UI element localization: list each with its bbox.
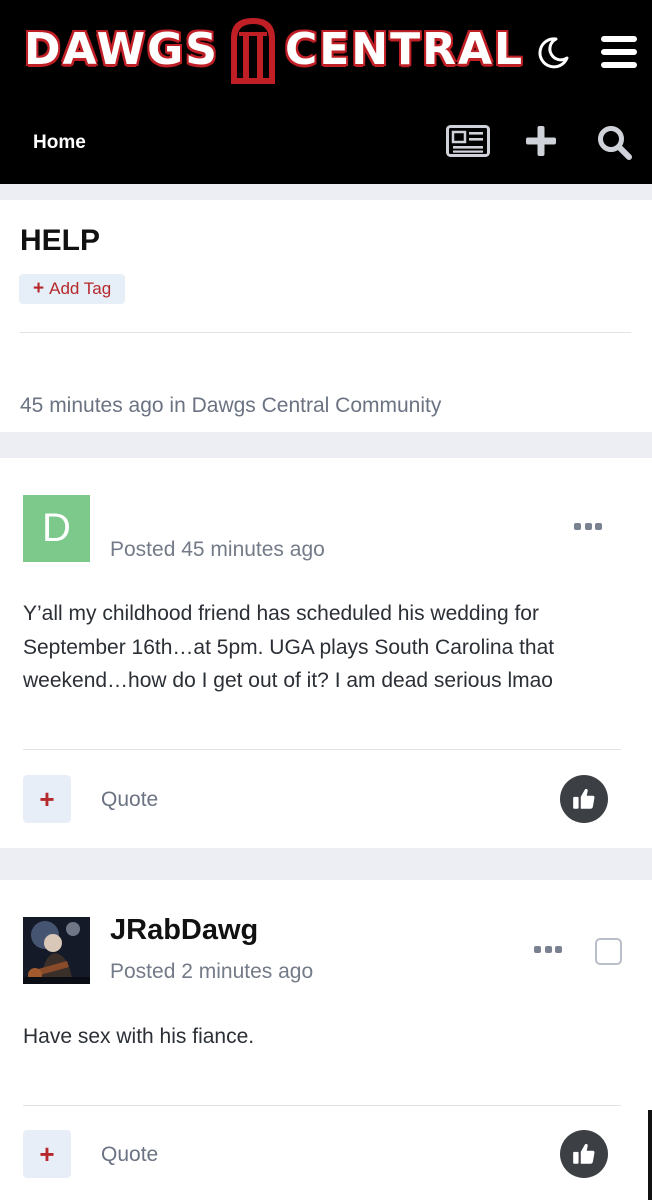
select-post-checkbox[interactable]	[595, 938, 622, 965]
more-options-icon[interactable]	[534, 946, 562, 954]
newspaper-icon[interactable]	[446, 125, 490, 157]
menu-bar	[601, 49, 637, 55]
logo-text-left: DAWGS	[24, 24, 219, 75]
site-header: DAWGS CENTRAL Home	[0, 0, 652, 184]
add-reputation-button[interactable]: +	[23, 1130, 71, 1178]
quote-button[interactable]: Quote	[101, 788, 158, 812]
post-card: D Posted 45 minutes ago Y’all my childho…	[0, 458, 652, 848]
divider	[20, 332, 631, 333]
logo-text-right: CENTRAL	[284, 24, 525, 75]
dot	[555, 946, 562, 953]
app-root: DAWGS CENTRAL Home HELP + Add Tag 45 min…	[0, 0, 652, 1200]
plus-icon[interactable]	[525, 125, 557, 157]
like-button[interactable]	[560, 775, 608, 823]
arch-icon	[230, 18, 275, 84]
more-options-icon[interactable]	[574, 523, 602, 531]
topic-meta: 45 minutes ago in Dawgs Central Communit…	[20, 394, 442, 417]
site-logo[interactable]: DAWGS CENTRAL	[24, 14, 524, 86]
post-body: Y’all my childhood friend has scheduled …	[23, 602, 555, 692]
divider	[23, 1105, 621, 1106]
author-name[interactable]: JRabDawg	[110, 914, 258, 947]
divider	[23, 749, 621, 750]
post-time[interactable]: Posted 45 minutes ago	[110, 538, 325, 562]
menu-icon[interactable]	[601, 36, 637, 68]
menu-bar	[601, 62, 637, 68]
like-button[interactable]	[560, 1130, 608, 1178]
post-card: JRabDawg Posted 2 minutes ago Have sex w…	[0, 880, 652, 1200]
plus-icon: +	[39, 1138, 55, 1169]
dot	[544, 946, 552, 953]
add-reputation-button[interactable]: +	[23, 775, 71, 823]
dot	[534, 946, 541, 953]
scrollbar-thumb[interactable]	[648, 1110, 652, 1200]
add-tag-button[interactable]: + Add Tag	[19, 274, 126, 304]
avatar[interactable]	[23, 917, 90, 984]
moon-icon[interactable]	[536, 36, 570, 70]
post-body: Have sex with his fiance.	[23, 1025, 255, 1048]
plus-icon: +	[33, 278, 45, 299]
post-time[interactable]: Posted 2 minutes ago	[110, 960, 313, 984]
search-icon[interactable]	[596, 124, 632, 160]
dot	[595, 523, 602, 530]
thumbs-up-icon	[573, 788, 595, 809]
topic-title: HELP	[20, 224, 101, 257]
menu-bar	[601, 36, 637, 42]
thumbs-up-icon	[573, 1143, 595, 1164]
avatar-photo-image	[23, 917, 90, 984]
dot	[574, 523, 581, 530]
add-tag-label: Add Tag	[49, 279, 112, 298]
nav-home-link[interactable]: Home	[33, 132, 86, 154]
quote-button[interactable]: Quote	[101, 1143, 158, 1167]
avatar[interactable]: D	[23, 495, 90, 562]
topic-header-card: HELP + Add Tag 45 minutes ago in Dawgs C…	[0, 200, 652, 432]
plus-icon: +	[39, 783, 55, 814]
dot	[584, 523, 592, 530]
